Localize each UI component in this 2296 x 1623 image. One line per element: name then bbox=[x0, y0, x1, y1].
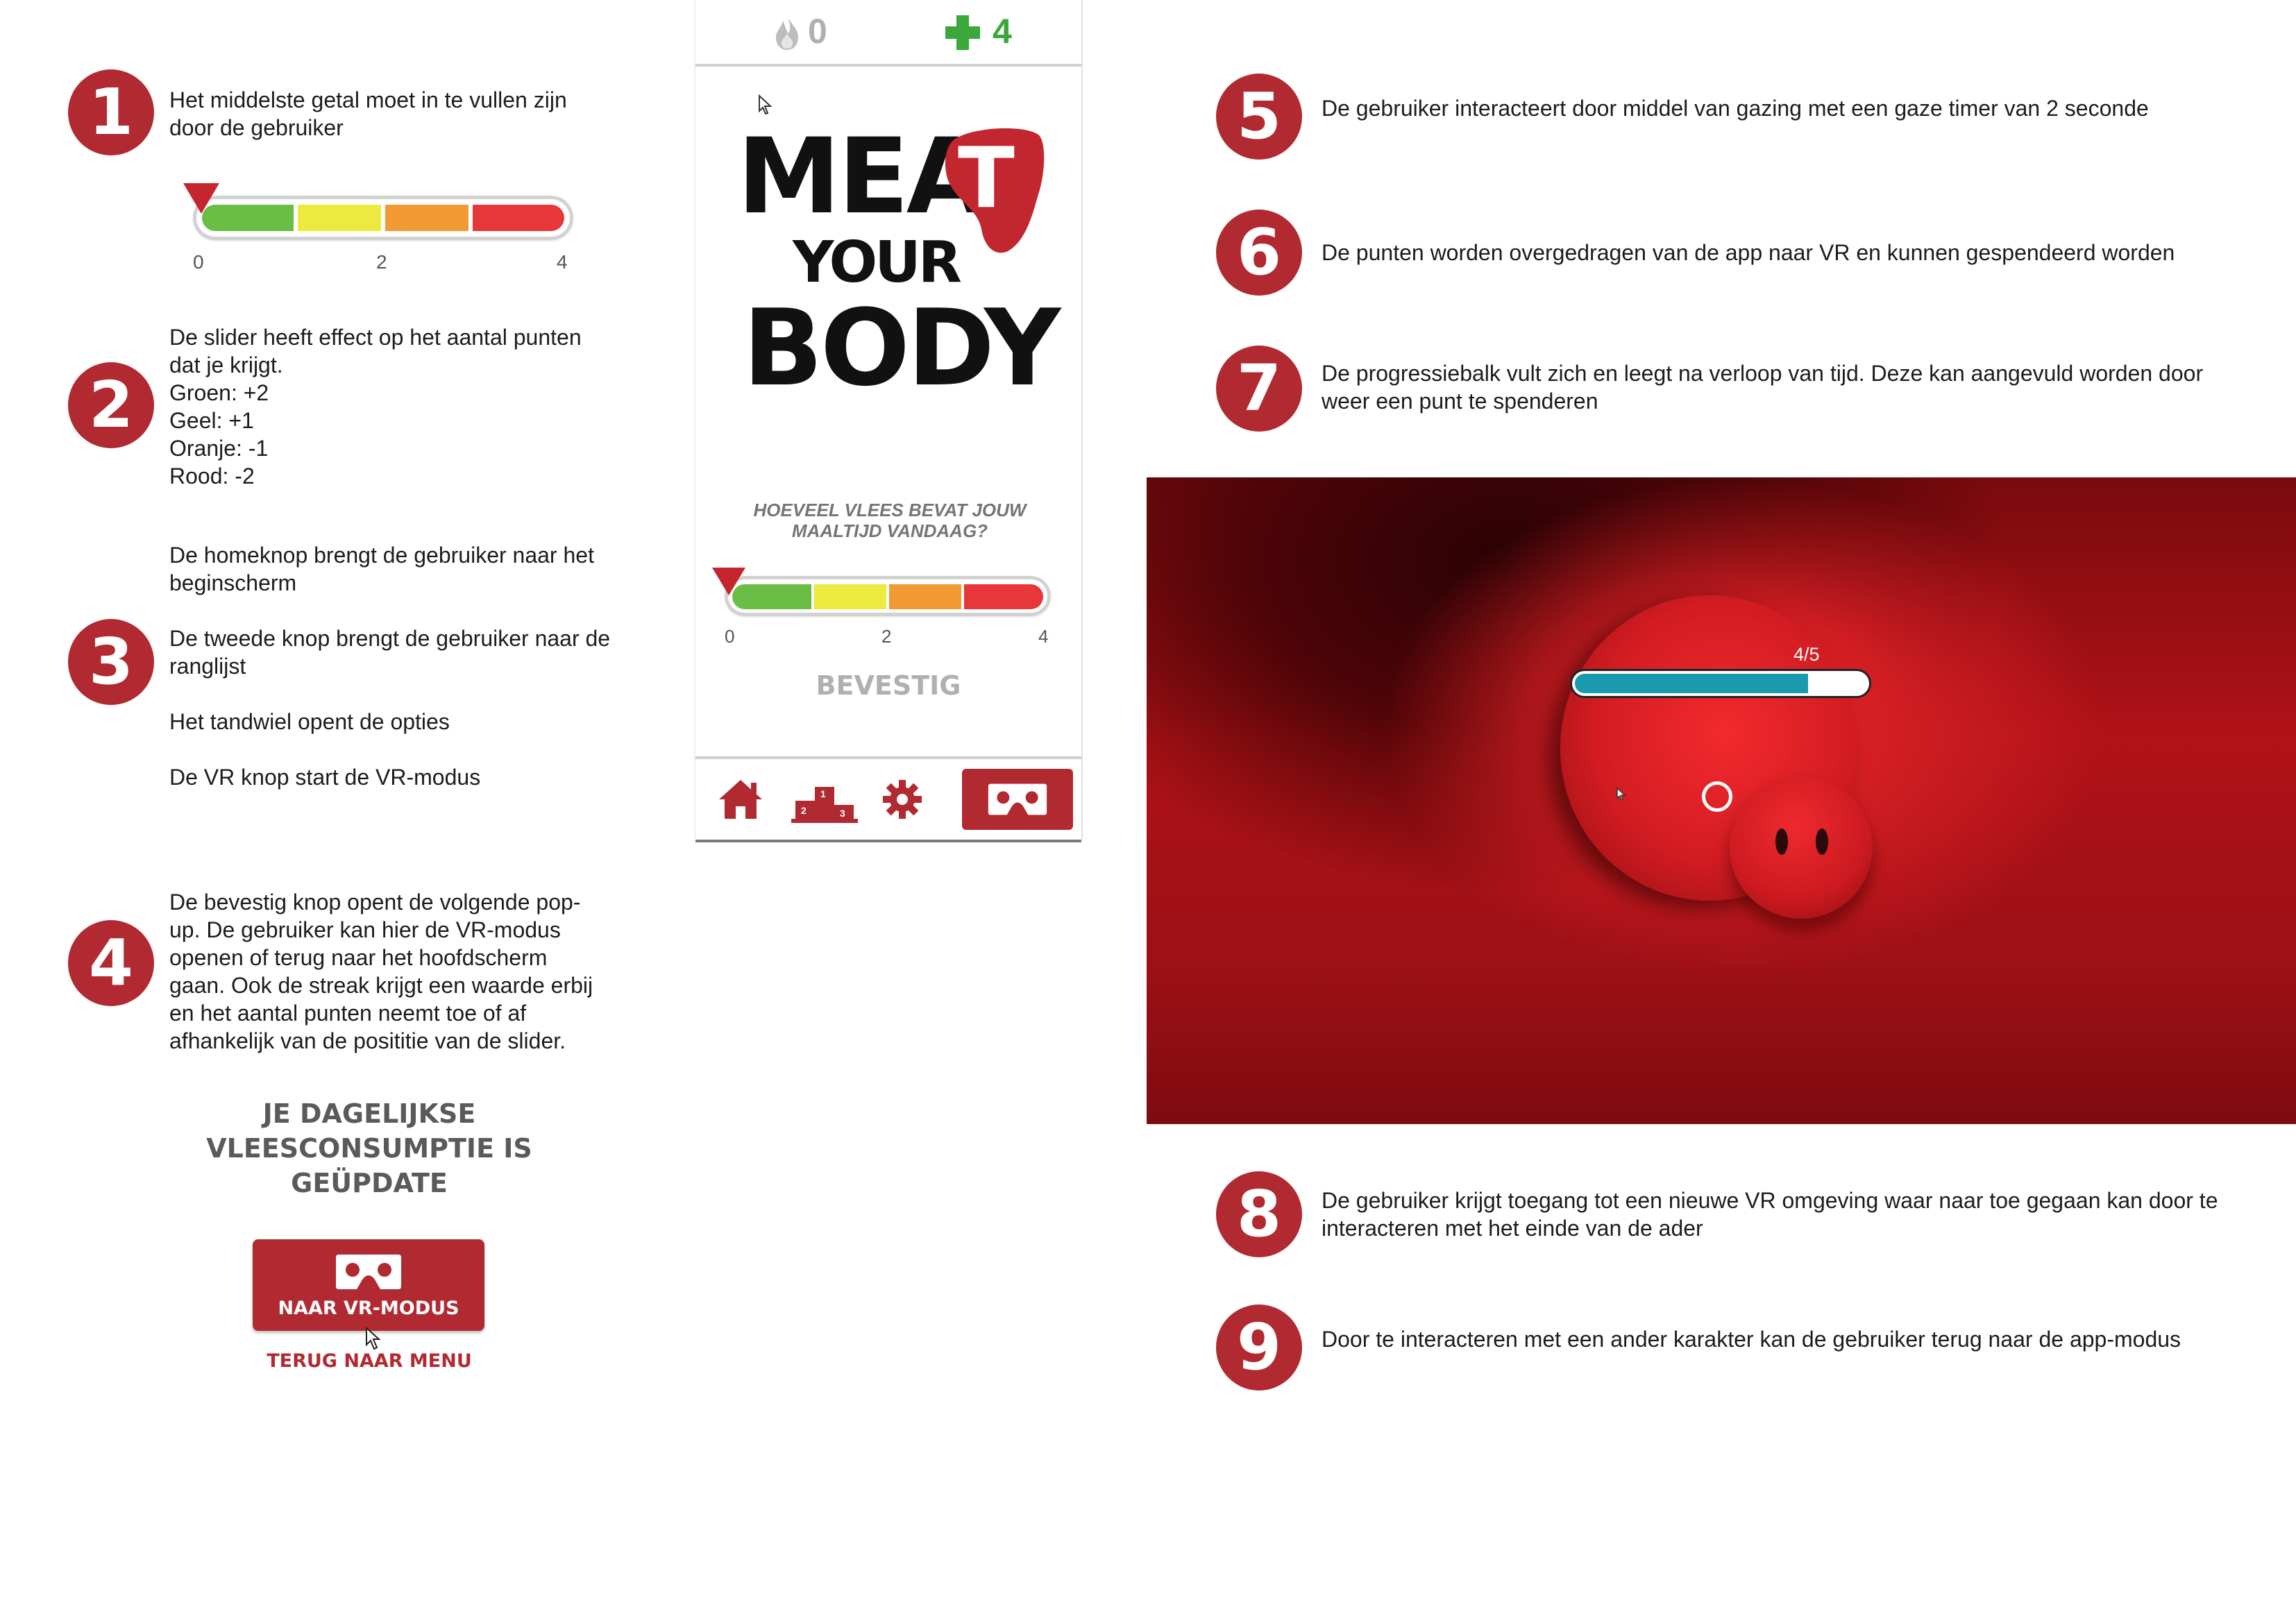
step-2-line: Oranje: -1 bbox=[169, 436, 269, 461]
example-slider[interactable]: 0 2 4 bbox=[183, 183, 573, 273]
step-6-text: De punten worden overgedragen van de app… bbox=[1322, 240, 2175, 265]
podium-label-3: 3 bbox=[840, 808, 845, 819]
step-5-text: De gebruiker interacteert door middel va… bbox=[1322, 96, 2149, 121]
vr-mode-nav-button[interactable] bbox=[962, 769, 1073, 830]
step-2-line: De slider heeft effect op het aantal pun… bbox=[169, 325, 582, 377]
slider-track bbox=[193, 196, 573, 240]
vr-progress-label: 4/5 bbox=[1793, 644, 1820, 665]
step-9-text: Door te interacteren met een ander karak… bbox=[1322, 1327, 2181, 1352]
slider-tick-2: 2 bbox=[881, 626, 892, 647]
step-5-badge: 5 bbox=[1216, 74, 1302, 160]
app-logo: MEA T YOUR BODY bbox=[737, 125, 1061, 416]
vr-progress-bar bbox=[1570, 669, 1871, 698]
podium-label-2: 2 bbox=[801, 805, 807, 816]
flame-icon bbox=[776, 15, 798, 50]
slider-tick-4: 4 bbox=[557, 251, 568, 273]
slider-segment-red bbox=[473, 205, 564, 231]
slider-tick-4: 4 bbox=[1038, 626, 1049, 647]
cursor-icon bbox=[759, 94, 773, 115]
step-3-line: De VR knop start de VR-modus bbox=[169, 765, 481, 790]
step-2-text: De slider heeft effect op het aantal pun… bbox=[169, 323, 614, 490]
plus-icon bbox=[945, 15, 980, 50]
popup-title: JE DAGELIJKSE VLEESCONSUMPTIE IS GEÜPDAT… bbox=[206, 1098, 532, 1198]
meat-slider[interactable]: 0 2 4 bbox=[712, 568, 1051, 647]
bottom-nav: 1 2 3 bbox=[695, 756, 1081, 842]
slider-segment-orange bbox=[385, 205, 469, 231]
points-count: 4 bbox=[993, 12, 1012, 51]
step-1-text: Het middelste getal moet in te vullen zi… bbox=[169, 87, 567, 140]
step-2-badge: 2 bbox=[68, 362, 154, 448]
slider-tick-0: 0 bbox=[193, 251, 204, 273]
cursor-icon bbox=[1617, 787, 1626, 801]
step-7-badge: 7 bbox=[1216, 346, 1302, 432]
home-icon[interactable] bbox=[716, 777, 765, 822]
step-2-line: Geel: +1 bbox=[169, 408, 254, 433]
step-3-line: De tweede knop brengt de gebruiker naar … bbox=[169, 626, 611, 679]
slider-tick-0: 0 bbox=[725, 626, 735, 647]
step-3-line: De homeknop brengt de gebruiker naar het… bbox=[169, 543, 594, 595]
slider-thumb[interactable] bbox=[183, 183, 219, 214]
step-9-badge: 9 bbox=[1216, 1305, 1302, 1391]
step-7-text: De progressiebalk vult zich en leegt na … bbox=[1322, 361, 2204, 414]
gaze-reticle bbox=[1702, 781, 1732, 812]
cursor-icon bbox=[366, 1327, 381, 1350]
gear-icon[interactable] bbox=[881, 779, 923, 820]
step-3-text: De homeknop brengt de gebruiker naar het… bbox=[169, 541, 614, 791]
step-8-badge: 8 bbox=[1216, 1171, 1302, 1257]
step-1-badge: 1 bbox=[68, 69, 154, 155]
logo-body: BODY bbox=[743, 287, 1061, 409]
step-3-badge: 3 bbox=[68, 619, 154, 705]
slider-track bbox=[725, 576, 1051, 616]
streak-count: 0 bbox=[808, 12, 827, 51]
step-2-line: Rood: -2 bbox=[169, 464, 255, 488]
vr-scene: 4/5 bbox=[1147, 477, 2296, 1124]
slider-segment-yellow bbox=[298, 205, 381, 231]
vr-mode-button-label: NAAR VR-MODUS bbox=[278, 1298, 459, 1319]
phone-status-bar: 0 4 bbox=[695, 0, 1081, 67]
slider-segment-yellow bbox=[814, 584, 886, 609]
back-to-menu-link[interactable]: TERUG NAAR MENU bbox=[230, 1350, 508, 1372]
podium-label-1: 1 bbox=[820, 788, 826, 799]
phone-screen: 0 4 MEA T YOUR BODY HOEVEEL VLEES BEVAT … bbox=[694, 0, 1083, 842]
slider-segment-orange bbox=[889, 584, 961, 609]
logo-your: YOUR bbox=[793, 230, 962, 296]
slider-thumb[interactable] bbox=[712, 568, 745, 595]
step-8-text: De gebruiker krijgt toegang tot een nieu… bbox=[1322, 1188, 2218, 1241]
step-4-text: De bevestig knop opent de volgende pop-u… bbox=[169, 890, 593, 1053]
logo-t: T bbox=[958, 130, 1015, 227]
leaderboard-icon[interactable]: 1 2 3 bbox=[791, 787, 858, 823]
slider-segment-red bbox=[964, 584, 1043, 609]
step-3-line: Het tandwiel opent de opties bbox=[169, 709, 450, 734]
step-4-badge: 4 bbox=[68, 920, 154, 1006]
vr-headset-icon bbox=[336, 1255, 401, 1289]
eye-icon bbox=[1816, 829, 1828, 855]
vr-mode-button[interactable]: NAAR VR-MODUS bbox=[253, 1239, 484, 1331]
confirm-button[interactable]: BEVESTIG bbox=[784, 670, 993, 701]
vr-progress-fill bbox=[1575, 674, 1808, 693]
eye-icon bbox=[1775, 829, 1788, 855]
slider-tick-2: 2 bbox=[376, 251, 387, 273]
meat-question: HOEVEEL VLEES BEVAT JOUW MAALTIJD VANDAA… bbox=[753, 500, 1027, 541]
step-2-line: Groen: +2 bbox=[169, 380, 269, 405]
vr-headset-icon bbox=[988, 783, 1047, 815]
vr-small-character[interactable] bbox=[1730, 776, 1873, 919]
step-6-badge: 6 bbox=[1216, 210, 1302, 296]
